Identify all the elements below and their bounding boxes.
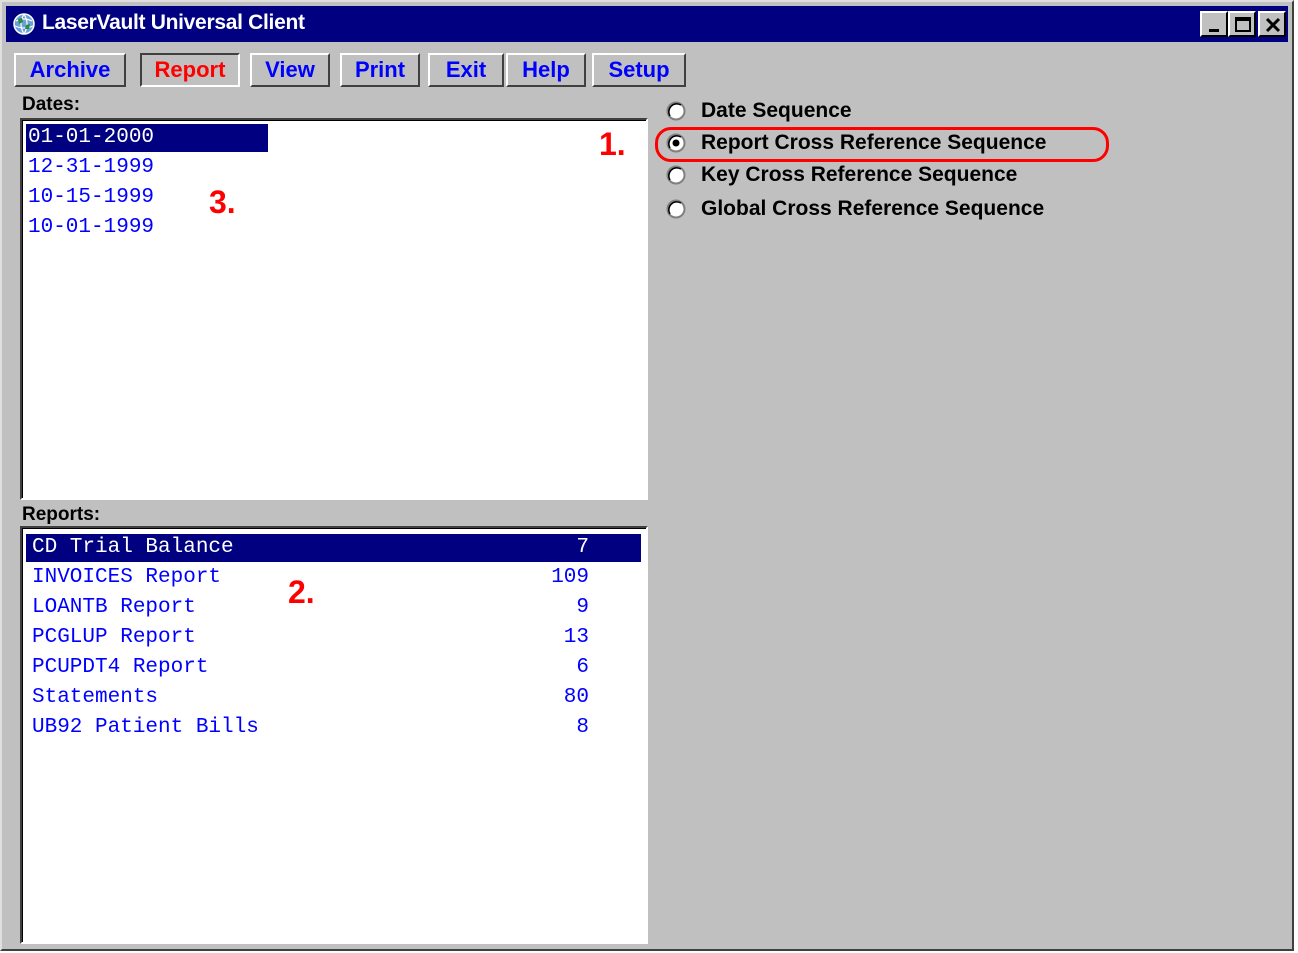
close-button[interactable] xyxy=(1258,11,1286,37)
report-name: CD Trial Balance xyxy=(32,536,234,559)
title-bar[interactable]: LaserVault Universal Client xyxy=(6,6,1288,42)
minimize-icon xyxy=(1209,29,1219,32)
annotation-3: 3. xyxy=(209,184,236,220)
maximize-button[interactable] xyxy=(1228,11,1256,37)
close-icon xyxy=(1265,17,1281,33)
radio-button-icon xyxy=(666,101,686,121)
report-name: UB92 Patient Bills xyxy=(32,716,259,739)
table-row[interactable]: PCGLUP Report 13 xyxy=(26,624,641,652)
report-count: 80 xyxy=(563,686,589,709)
minimize-button[interactable] xyxy=(1200,11,1228,37)
report-name: PCUPDT4 Report xyxy=(32,656,209,679)
highlight-ring xyxy=(655,127,1109,162)
radio-label: Global Cross Reference Sequence xyxy=(701,197,1045,220)
maximize-icon xyxy=(1235,17,1251,32)
table-row[interactable]: PCUPDT4 Report 6 xyxy=(26,654,641,682)
tab-view[interactable]: View xyxy=(250,53,330,87)
annotation-2: 2. xyxy=(288,574,315,610)
tab-help[interactable]: Help xyxy=(506,53,586,87)
radio-label: Key Cross Reference Sequence xyxy=(701,163,1018,186)
list-item[interactable]: 10-15-1999 xyxy=(26,184,154,212)
report-name: PCGLUP Report xyxy=(32,626,196,649)
table-row[interactable]: Statements 80 xyxy=(26,684,641,712)
app-window: LaserVault Universal Client Archive Repo… xyxy=(0,0,1294,951)
tab-print[interactable]: Print xyxy=(340,53,420,87)
dates-listbox[interactable]: 01-01-2000 12-31-1999 10-15-1999 10-01-1… xyxy=(20,118,648,500)
list-item[interactable]: 10-01-1999 xyxy=(26,214,154,242)
radio-button-icon xyxy=(666,165,686,185)
report-count: 7 xyxy=(576,536,589,559)
radio-button-icon xyxy=(666,199,686,219)
radio-label: Date Sequence xyxy=(701,99,852,122)
report-name: LOANTB Report xyxy=(32,596,196,619)
dates-label: Dates: xyxy=(22,94,81,115)
report-name: Statements xyxy=(32,686,159,709)
tab-archive[interactable]: Archive xyxy=(14,53,126,87)
report-count: 109 xyxy=(551,566,589,589)
list-item[interactable]: 12-31-1999 xyxy=(26,154,154,182)
tab-setup[interactable]: Setup xyxy=(592,53,686,87)
report-name: INVOICES Report xyxy=(32,566,222,589)
report-count: 8 xyxy=(576,716,589,739)
reports-listbox[interactable]: CD Trial Balance 7 INVOICES Report 109 L… xyxy=(20,526,648,944)
report-count: 9 xyxy=(576,596,589,619)
window-title: LaserVault Universal Client xyxy=(42,11,305,34)
table-row[interactable]: INVOICES Report 109 xyxy=(26,564,641,592)
reports-label: Reports: xyxy=(22,504,101,525)
report-count: 6 xyxy=(576,656,589,679)
annotation-1: 1. xyxy=(599,126,626,162)
tab-exit[interactable]: Exit xyxy=(428,53,504,87)
tab-report[interactable]: Report xyxy=(140,53,240,87)
table-row[interactable]: CD Trial Balance 7 xyxy=(26,534,641,562)
table-row[interactable]: LOANTB Report 9 xyxy=(26,594,641,622)
report-count: 13 xyxy=(563,626,589,649)
table-row[interactable]: UB92 Patient Bills 8 xyxy=(26,714,641,742)
globe-app-icon xyxy=(12,12,36,36)
list-item[interactable]: 01-01-2000 xyxy=(26,124,268,152)
